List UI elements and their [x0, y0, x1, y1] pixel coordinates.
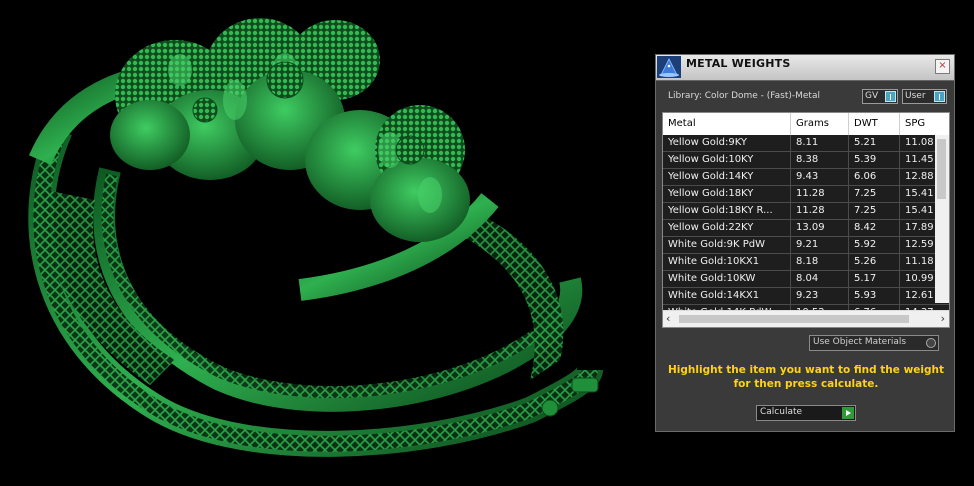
bangle-model-render [28, 18, 603, 457]
table-row[interactable]: White Gold:10KW 8.04 5.17 10.99 [663, 271, 949, 288]
metal-cell: White Gold:10KW [663, 271, 791, 287]
instruction-text: Highlight the item you want to find the … [668, 364, 944, 390]
dwt-cell: 7.25 [849, 203, 900, 219]
dwt-cell: 6.06 [849, 169, 900, 185]
panel-title: METAL WEIGHTS [686, 57, 791, 70]
column-header-dwt[interactable]: DWT [849, 113, 900, 135]
table-row[interactable]: White Gold:10KX1 8.18 5.26 11.18 [663, 254, 949, 271]
dwt-cell: 5.92 [849, 237, 900, 253]
close-icon[interactable]: × [935, 59, 950, 74]
metal-weights-panel: METAL WEIGHTS × Library: Color Dome - (F… [655, 54, 955, 432]
grams-cell: 9.21 [791, 237, 849, 253]
grams-cell: 8.38 [791, 152, 849, 168]
metal-cell: Yellow Gold:9KY [663, 135, 791, 151]
scrollbar-thumb[interactable] [679, 315, 909, 323]
column-header-metal[interactable]: Metal [663, 113, 791, 135]
use-object-materials-label: Use Object Materials [813, 337, 907, 347]
grams-cell: 8.11 [791, 135, 849, 151]
dwt-cell: 5.21 [849, 135, 900, 151]
gv-toggle-label: GV [865, 91, 879, 101]
table-row[interactable]: White Gold:9K PdW 9.21 5.92 12.59 [663, 237, 949, 254]
table-row[interactable]: Yellow Gold:9KY 8.11 5.21 11.08 [663, 135, 949, 152]
metal-table[interactable]: Metal Grams DWT SPG Yellow Gold:9KY 8.11 5… [662, 112, 950, 328]
calculate-button[interactable]: Calculate [756, 405, 856, 421]
grams-cell: 11.28 [791, 186, 849, 202]
scroll-right-icon[interactable]: › [941, 312, 945, 325]
metal-cell: Yellow Gold:14KY [663, 169, 791, 185]
user-toggle-label: User [905, 91, 926, 101]
table-body: Yellow Gold:9KY 8.11 5.21 11.08 Yellow Gold:… [663, 135, 949, 322]
calculate-label: Calculate [760, 407, 803, 417]
table-row[interactable]: Yellow Gold:22KY 13.09 8.42 17.89 [663, 220, 949, 237]
column-header-grams[interactable]: Grams [791, 113, 849, 135]
metal-cell: White Gold:9K PdW [663, 237, 791, 253]
table-row[interactable]: Yellow Gold:10KY 8.38 5.39 11.45 [663, 152, 949, 169]
table-row[interactable]: Yellow Gold:14KY 9.43 6.06 12.88 [663, 169, 949, 186]
vertical-scrollbar[interactable] [935, 135, 949, 303]
dwt-cell: 5.26 [849, 254, 900, 270]
dwt-cell: 7.25 [849, 186, 900, 202]
dwt-cell: 5.93 [849, 288, 900, 304]
metal-cell: Yellow Gold:18KY R... [663, 203, 791, 219]
grams-cell: 9.43 [791, 169, 849, 185]
metal-cell: White Gold:10KX1 [663, 254, 791, 270]
scroll-left-icon[interactable]: ‹ [666, 312, 670, 325]
dwt-cell: 5.39 [849, 152, 900, 168]
grams-cell: 13.09 [791, 220, 849, 236]
toggle-knob-icon [885, 91, 896, 102]
toggle-knob-icon [934, 91, 945, 102]
table-row[interactable]: Yellow Gold:18KY 11.28 7.25 15.41 [663, 186, 949, 203]
gv-toggle[interactable]: GV [862, 89, 898, 104]
metal-cell: Yellow Gold:10KY [663, 152, 791, 168]
metal-cell: Yellow Gold:18KY [663, 186, 791, 202]
wizard-hat-icon [657, 56, 681, 78]
column-header-spg[interactable]: SPG [900, 113, 949, 135]
radio-icon[interactable] [926, 338, 936, 348]
play-arrow-icon [842, 407, 854, 419]
table-header: Metal Grams DWT SPG [663, 113, 949, 135]
dwt-cell: 5.17 [849, 271, 900, 287]
use-object-materials-option[interactable]: Use Object Materials [809, 335, 939, 351]
scrollbar-thumb[interactable] [937, 139, 946, 199]
3d-viewport[interactable] [0, 0, 650, 486]
library-label: Library: Color Dome - (Fast)-Metal [668, 91, 820, 101]
panel-titlebar[interactable]: METAL WEIGHTS × [656, 55, 954, 81]
table-row[interactable]: White Gold:14KX1 9.23 5.93 12.61 [663, 288, 949, 305]
grams-cell: 8.04 [791, 271, 849, 287]
table-row[interactable]: Yellow Gold:18KY R... 11.28 7.25 15.41 [663, 203, 949, 220]
horizontal-scrollbar[interactable]: ‹ › [663, 310, 949, 327]
user-toggle[interactable]: User [902, 89, 947, 104]
metal-cell: White Gold:14KX1 [663, 288, 791, 304]
grams-cell: 8.18 [791, 254, 849, 270]
grams-cell: 9.23 [791, 288, 849, 304]
grams-cell: 11.28 [791, 203, 849, 219]
metal-cell: Yellow Gold:22KY [663, 220, 791, 236]
dwt-cell: 8.42 [849, 220, 900, 236]
